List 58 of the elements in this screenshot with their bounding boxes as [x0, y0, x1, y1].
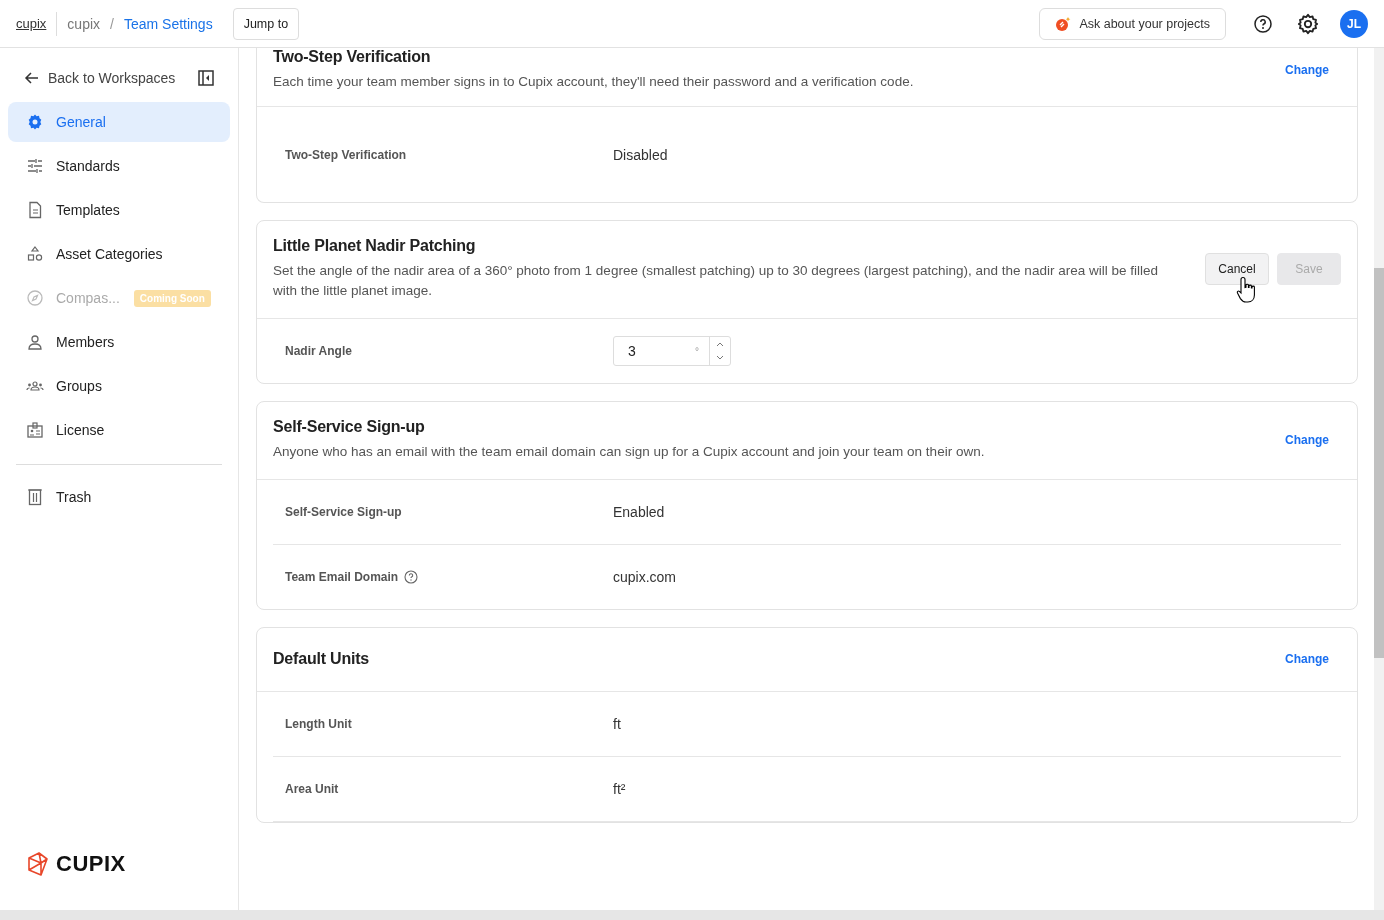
horizontal-scrollbar[interactable] — [0, 910, 1384, 920]
change-link[interactable]: Change — [1285, 63, 1329, 77]
field-label: Team Email Domain — [285, 570, 399, 584]
field-label: Length Unit — [285, 717, 352, 731]
chevron-up-icon[interactable] — [715, 340, 725, 348]
gear-icon — [26, 113, 44, 131]
field-value: cupix.com — [613, 569, 677, 585]
user-avatar[interactable]: JL — [1340, 9, 1368, 38]
section-title: Two-Step Verification — [273, 48, 432, 66]
field-label: Two-Step Verification — [285, 147, 407, 162]
field-label: Area Unit — [285, 782, 339, 796]
field-label: Self-Service Sign-up — [285, 505, 402, 519]
cancel-button[interactable]: Cancel — [1205, 253, 1269, 285]
sliders-icon — [26, 157, 44, 175]
sidebar-item[interactable]: Trash — [8, 477, 230, 517]
vertical-scrollbar[interactable] — [1374, 48, 1384, 910]
number-input[interactable]: 3 ° — [613, 336, 731, 366]
breadcrumb-link[interactable]: cupix — [67, 15, 101, 32]
compass-icon — [26, 289, 44, 307]
section-title: Default Units — [273, 650, 371, 668]
section-description: Set the angle of the nadir area of a 360° photo from 1 degree (smallest patching) up to 30 degrees (largest patching), and the nadir area will be filled with the little planet image. — [273, 262, 1159, 300]
sidebar-item[interactable]: Templates — [8, 190, 230, 230]
sidebar-item[interactable]: License — [8, 410, 230, 450]
change-link[interactable]: Change — [1285, 433, 1329, 447]
trash-icon — [26, 488, 44, 506]
settings-icon[interactable] — [1297, 12, 1319, 35]
person-icon — [26, 333, 44, 351]
section-title: Little Planet Nadir Patching — [273, 237, 477, 255]
section-description: Each time your team member signs in to Cupix account, they'll need their password and a verification code. — [273, 73, 915, 91]
section-title: Self-Service Sign-up — [273, 418, 426, 436]
sparkle-icon — [1055, 15, 1072, 32]
sidebar-item[interactable]: Groups — [8, 366, 230, 406]
section-description: Anyone who has an email with the team email domain can sign up for a Cupix account and join your team on their own. — [273, 443, 986, 461]
field-value: ft — [613, 716, 621, 732]
chevron-down-icon[interactable] — [715, 354, 725, 362]
breadcrumb-separator: / — [110, 15, 114, 32]
back-link[interactable]: Back to Workspaces — [24, 70, 176, 86]
field-value: Disabled — [613, 146, 668, 163]
coming-soon-badge: Coming Soon — [133, 289, 211, 307]
badge-icon — [26, 421, 44, 439]
collapse-sidebar-icon[interactable] — [198, 70, 214, 86]
sidebar-item[interactable]: Members — [8, 322, 230, 362]
sidebar-item[interactable]: Standards — [8, 146, 230, 186]
field-label: Nadir Angle — [285, 344, 352, 358]
shapes-icon — [26, 245, 44, 263]
arrow-left-icon — [24, 70, 40, 86]
field-value: ft² — [613, 781, 626, 797]
help-icon[interactable] — [1253, 13, 1273, 34]
breadcrumb-link[interactable]: Team Settings — [123, 15, 213, 32]
ask-button[interactable]: Ask about your projects — [1039, 7, 1226, 40]
change-link[interactable]: Change — [1285, 652, 1329, 666]
jump-to-button[interactable]: Jump to — [232, 7, 300, 40]
document-icon — [26, 201, 44, 219]
sidebar-item[interactable]: Asset Categories — [8, 234, 230, 274]
home-link[interactable]: cupix — [16, 16, 57, 31]
sidebar-item[interactable]: General — [8, 102, 230, 142]
field-value: Enabled — [613, 504, 665, 520]
logo-wordmark: CUPIX — [56, 851, 126, 877]
